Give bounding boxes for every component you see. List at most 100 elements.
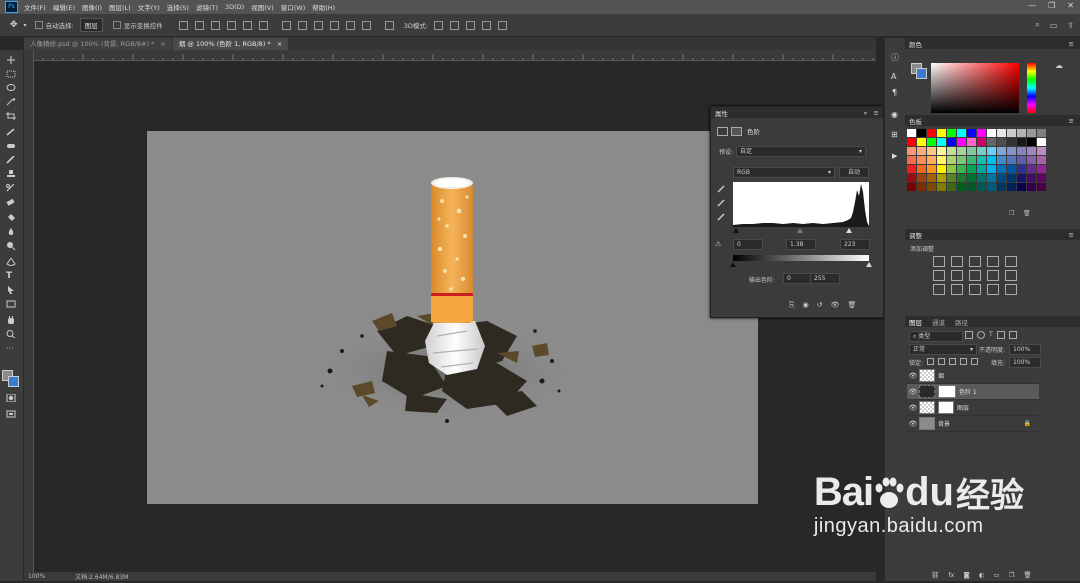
close-icon[interactable]: × [277, 40, 282, 48]
color-swatch[interactable] [987, 165, 996, 173]
color-swatch[interactable] [907, 183, 916, 191]
tab-layers[interactable]: 图层 [909, 317, 922, 327]
preset-dropdown[interactable]: 自定 ▾ [736, 146, 866, 157]
color-swatch[interactable] [937, 165, 946, 173]
properties-icon[interactable]: ◉ [891, 110, 898, 119]
screen-mode-icon[interactable] [6, 410, 16, 418]
tab-portrait-retouch[interactable]: 人像精修.psd @ 100% (背景, RGB/8#) * × [24, 38, 172, 50]
color-swatch[interactable] [957, 147, 966, 155]
color-swatch[interactable] [977, 129, 986, 137]
delete-swatch-icon[interactable]: 🗑 [1023, 210, 1031, 217]
blur-tool-icon[interactable] [6, 228, 16, 236]
channel-mixer-icon[interactable] [1005, 270, 1017, 281]
color-swatch[interactable] [917, 147, 926, 155]
color-swatch[interactable] [987, 156, 996, 164]
new-adjustment-icon[interactable]: ◐ [979, 571, 985, 579]
align-right-icon[interactable] [258, 20, 268, 30]
3d-roll-icon[interactable] [450, 20, 460, 30]
distribute-left-icon[interactable] [329, 20, 339, 30]
info-icon[interactable]: ⓘ [891, 52, 899, 63]
auto-select-dropdown[interactable]: 图层 [79, 18, 103, 32]
layer-style-icon[interactable]: fx [948, 571, 954, 579]
color-swatch[interactable] [997, 165, 1006, 173]
layer-row-cigarette[interactable]: 👁 烟 [907, 368, 1039, 384]
color-swatch[interactable] [937, 156, 946, 164]
lock-position-icon[interactable] [949, 358, 956, 365]
menu-select[interactable]: 选择(S) [167, 2, 189, 12]
fill-field[interactable]: 100% [1009, 357, 1041, 368]
opacity-field[interactable]: 100% [1009, 344, 1041, 355]
shape-filter-icon[interactable] [996, 331, 1005, 339]
color-swatch[interactable] [1027, 165, 1036, 173]
distribute-right-icon[interactable] [361, 20, 371, 30]
color-swatch[interactable] [1017, 147, 1026, 155]
menu-image[interactable]: 图像(I) [82, 2, 102, 12]
layer-mask-thumbnail[interactable] [938, 401, 954, 414]
background-color-swatch[interactable] [916, 68, 927, 79]
color-swatch[interactable] [1037, 174, 1046, 182]
lasso-tool-icon[interactable] [6, 84, 16, 92]
cloud-icon[interactable]: ☁ [1055, 61, 1063, 70]
auto-select-checkbox[interactable] [34, 21, 43, 29]
move-tool-icon[interactable]: ✥ [10, 20, 18, 30]
eye-icon[interactable]: 👁 [907, 372, 919, 380]
color-swatch[interactable] [927, 183, 936, 191]
color-swatch[interactable] [1007, 165, 1016, 173]
paragraph-icon[interactable]: ¶ [892, 88, 897, 97]
color-swatch[interactable] [1037, 156, 1046, 164]
input-black-field[interactable]: 0 [733, 239, 763, 250]
tab-paths[interactable]: 路径 [955, 317, 968, 327]
paint-bucket-tool-icon[interactable] [6, 214, 16, 222]
add-mask-icon[interactable]: ◙ [963, 571, 969, 579]
pen-tool-icon[interactable] [6, 258, 16, 266]
lock-image-icon[interactable] [938, 358, 945, 365]
zoom-level[interactable]: 100% [28, 573, 45, 580]
menu-3d[interactable]: 3D(D) [225, 3, 244, 11]
vibrance-icon[interactable] [1005, 256, 1017, 267]
color-swatch[interactable] [987, 174, 996, 182]
output-white-field[interactable]: 255 [810, 273, 840, 284]
brush-tool-icon[interactable] [6, 156, 16, 164]
color-swatch[interactable] [957, 165, 966, 173]
tab-cigarette[interactable]: 烟 @ 100% (色阶 1, RGB/8) * × [172, 38, 289, 50]
input-level-sliders[interactable] [733, 228, 869, 233]
curves-icon[interactable] [969, 256, 981, 267]
properties-title-bar[interactable]: 属性 » ≡ [711, 107, 883, 118]
auto-button[interactable]: 自动 [839, 167, 869, 178]
distribute-top-icon[interactable] [281, 20, 291, 30]
reset-icon[interactable]: ↺ [817, 301, 823, 310]
color-swatch[interactable] [977, 165, 986, 173]
panel-menu-icon[interactable]: ≡ [874, 109, 879, 117]
eyedropper-tool-icon[interactable] [6, 128, 16, 136]
swatches-panel-header[interactable]: 色板 ≡ [905, 115, 1080, 126]
color-field[interactable] [931, 63, 1019, 113]
gradient-map-icon[interactable] [987, 284, 999, 295]
align-left-icon[interactable] [226, 20, 236, 30]
tool-preset-chevron-icon[interactable]: ▾ [24, 22, 27, 29]
lock-all-icon[interactable] [971, 358, 978, 365]
color-swatch[interactable] [947, 138, 956, 146]
color-swatch[interactable] [1017, 156, 1026, 164]
color-swatch[interactable] [1017, 129, 1026, 137]
color-swatch[interactable] [1027, 129, 1036, 137]
distribute-bottom-icon[interactable] [313, 20, 323, 30]
exposure-icon[interactable] [987, 256, 999, 267]
layer-row-background[interactable]: 👁 背景 🔒 [907, 416, 1039, 432]
color-swatch[interactable] [967, 165, 976, 173]
color-swatch[interactable] [1007, 138, 1016, 146]
layer-row-image[interactable]: 👁 图层 [907, 400, 1039, 416]
hue-slider[interactable] [1027, 63, 1036, 113]
selective-color-icon[interactable] [1005, 284, 1017, 295]
output-black-field[interactable]: 0 [783, 273, 813, 284]
color-swatch[interactable] [1037, 183, 1046, 191]
color-swatch[interactable] [1007, 129, 1016, 137]
menu-file[interactable]: 文件(F) [24, 2, 46, 12]
color-swatch[interactable] [967, 174, 976, 182]
levels-adjust-icon[interactable] [951, 256, 963, 267]
color-swatch[interactable] [907, 156, 916, 164]
link-layers-icon[interactable]: ⛓ [931, 571, 939, 579]
color-swatch[interactable] [937, 129, 946, 137]
view-previous-icon[interactable]: ◉ [803, 301, 809, 310]
lock-artboard-icon[interactable] [960, 358, 967, 365]
color-swatch[interactable] [927, 138, 936, 146]
